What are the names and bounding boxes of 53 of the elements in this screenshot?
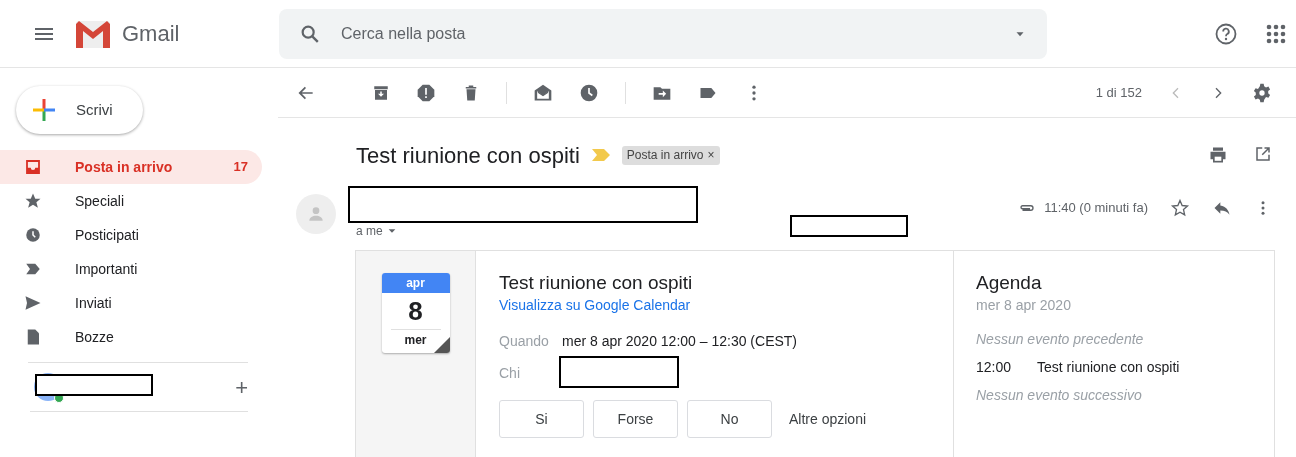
sidebar-item[interactable]: Posta in arrivo 17 [0, 150, 262, 184]
label-chip-text: Posta in arrivo [626, 147, 704, 164]
help-icon[interactable] [1214, 21, 1238, 46]
rsvp-button[interactable]: Forse [593, 400, 678, 438]
sidebar-item[interactable]: Inviati [0, 286, 262, 320]
search-field[interactable]: Cerca nella posta [341, 21, 993, 46]
event-time: 12:00 [976, 358, 1012, 376]
event-title: Test riunione con ospiti [499, 271, 694, 295]
mark-unread-icon[interactable] [533, 82, 553, 103]
add-contact-button[interactable]: + [235, 370, 248, 404]
important-marker-icon[interactable] [591, 149, 610, 161]
remove-label-button[interactable]: × [707, 146, 715, 164]
envelope-logo-icon[interactable] [74, 18, 112, 49]
sidebar-item[interactable]: Posticipati [0, 218, 262, 252]
weekday-text: mer [404, 332, 427, 349]
detail-label: Quando [499, 331, 550, 351]
unread-count: 17 [233, 158, 248, 177]
page-curl-icon [433, 337, 450, 353]
person-icon [306, 204, 326, 224]
app-name: Gmail [122, 20, 180, 48]
agenda-note: Nessun evento successivo [976, 386, 1143, 404]
agenda-date: mer 8 apr 2020 [976, 296, 1072, 315]
recipient-text: a me [356, 223, 383, 240]
sidebar-item[interactable]: Importanti [0, 252, 262, 286]
pagination-text: 1 di 152 [1095, 83, 1142, 102]
print-icon[interactable] [1208, 145, 1228, 165]
rsvp-button[interactable]: No [687, 400, 772, 438]
open-in-new-window-icon[interactable] [1254, 145, 1272, 163]
month-text: apr [381, 273, 450, 293]
settings-icon[interactable] [1252, 82, 1272, 103]
detail-value: mer 8 apr 2020 12:00 – 12:30 (CEST) [562, 331, 798, 351]
archive-icon[interactable] [372, 83, 390, 102]
star-outline-icon[interactable] [1170, 198, 1190, 218]
calendar-link[interactable]: Visualizza su Google Calendar [499, 295, 691, 316]
clock-icon[interactable] [579, 82, 599, 103]
agenda-title: Agenda [976, 271, 1043, 295]
agenda-event[interactable]: Test riunione con ospiti [1037, 358, 1180, 376]
spam-icon[interactable] [416, 82, 436, 103]
plus-icon [32, 98, 56, 122]
day-number: 8 [408, 295, 423, 328]
compose-button[interactable]: Scrivi [16, 86, 143, 134]
more-options-link[interactable]: Altre opzioni [789, 408, 867, 430]
agenda-note: Nessun evento precedente [976, 330, 1145, 348]
search-bar[interactable]: Cerca nella posta [279, 8, 1047, 59]
sidebar-item[interactable]: Speciali [0, 184, 262, 218]
detail-label: Chi [499, 363, 521, 383]
email-subject: Test riunione con ospiti [356, 141, 580, 170]
rsvp-button[interactable]: Si [499, 400, 584, 438]
sent-icon [24, 294, 42, 312]
starred-icon [24, 192, 42, 210]
inbox-icon [24, 158, 42, 176]
sidebar-item[interactable]: Bozze [0, 320, 262, 354]
message-time: 11:40 (0 minuti fa) [1044, 199, 1148, 218]
